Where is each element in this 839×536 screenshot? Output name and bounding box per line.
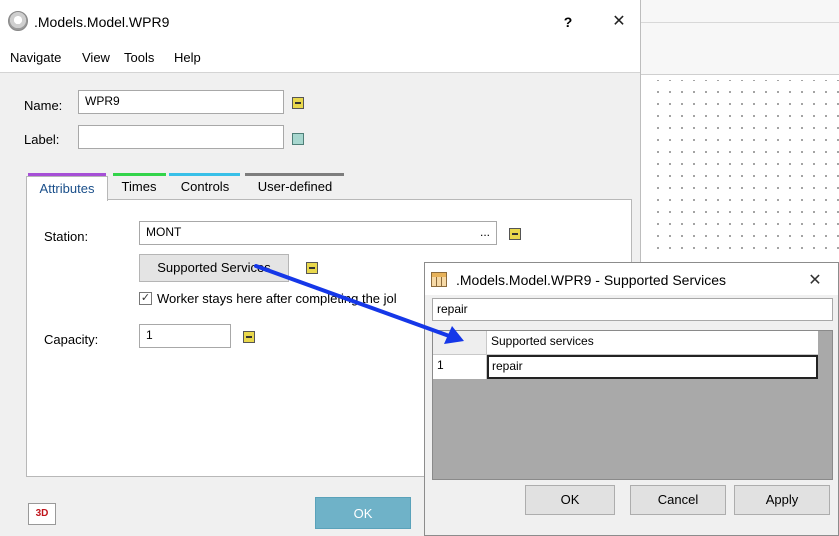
grid-cell[interactable]: repair [487, 355, 818, 379]
station-label: Station: [44, 229, 89, 244]
label-field[interactable] [78, 125, 284, 149]
3d-button[interactable]: 3D [28, 503, 56, 525]
sub-window-title: .Models.Model.WPR9 - Supported Services [456, 272, 726, 288]
table-icon [431, 272, 447, 287]
canvas-toolbar [640, 0, 839, 75]
menu-help[interactable]: Help [174, 50, 201, 65]
label-label: Label: [24, 132, 60, 147]
station-indicator-icon[interactable] [509, 228, 521, 240]
service-edit-input[interactable]: repair [432, 298, 833, 321]
menu-tools[interactable]: Tools [124, 50, 154, 65]
menu-navigate[interactable]: Navigate [10, 50, 61, 65]
capacity-field[interactable]: 1 [139, 324, 231, 348]
station-browse-button[interactable]: ... [480, 225, 490, 239]
app-icon [8, 11, 28, 31]
close-button[interactable]: ✕ [608, 11, 630, 33]
sub-close-button[interactable]: ✕ [805, 271, 825, 291]
sub-ok-button[interactable]: OK [525, 485, 615, 515]
sub-cancel-button[interactable]: Cancel [630, 485, 726, 515]
tab-controls[interactable]: Controls [170, 175, 240, 199]
menu-view[interactable]: View [82, 50, 110, 65]
worker-stays-label: Worker stays here after completing the j… [157, 291, 397, 306]
tab-times[interactable]: Times [114, 175, 164, 199]
grid-row-number[interactable]: 1 [433, 355, 487, 379]
window-title: .Models.Model.WPR9 [34, 14, 170, 30]
tab-user-defined[interactable]: User-defined [246, 175, 344, 199]
station-value: MONT [146, 225, 182, 239]
supported-services-button[interactable]: Supported Services [139, 254, 289, 282]
grid-column-header[interactable]: Supported services [487, 331, 818, 355]
menu-bar: Navigate View Tools Help [0, 44, 640, 73]
help-button[interactable]: ? [558, 12, 578, 32]
ok-button[interactable]: OK [315, 497, 411, 529]
tab-attributes[interactable]: Attributes [26, 176, 108, 201]
capacity-indicator-icon[interactable] [243, 331, 255, 343]
worker-stays-checkbox[interactable]: ✓ [139, 292, 152, 305]
capacity-label: Capacity: [44, 332, 99, 347]
sub-apply-button[interactable]: Apply [734, 485, 830, 515]
name-label: Name: [24, 98, 63, 113]
supported-services-indicator-icon[interactable] [306, 262, 318, 274]
station-field[interactable]: MONT ... [139, 221, 497, 245]
name-field[interactable]: WPR9 [78, 90, 284, 114]
label-indicator-icon[interactable] [292, 133, 304, 145]
grid-corner[interactable] [433, 331, 487, 355]
name-indicator-icon[interactable] [292, 97, 304, 109]
canvas-grid[interactable] [648, 80, 839, 250]
